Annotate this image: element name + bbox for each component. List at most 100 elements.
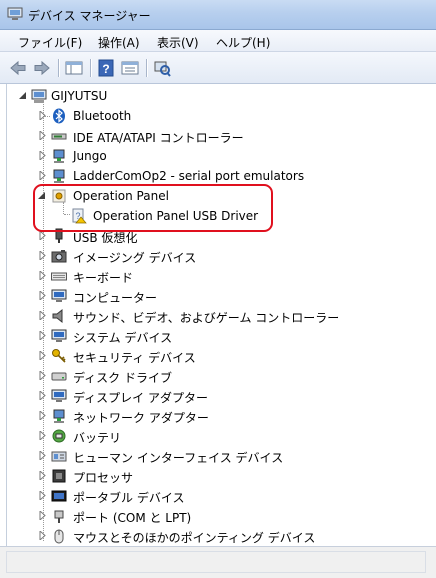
tree-item-portable-devices[interactable]: ポータブル デバイス [7,486,436,506]
menu-view[interactable]: 表示(V) [157,34,199,51]
tree-item-label: キーボード [73,271,134,285]
tree-item-keyboards[interactable]: キーボード [7,266,436,286]
tree-item-display-adapters[interactable]: ディスプレイ アダプター [7,386,436,406]
tree-item-label: ヒューマン インターフェイス デバイス [73,451,284,465]
tree-item-label: LadderComOp2 - serial port emulators [73,169,305,183]
expand-arrow-icon[interactable] [39,491,47,500]
battery-icon [52,429,66,443]
menu-bar: ファイル(F) 操作(A) 表示(V) ヘルプ(H) [0,30,436,52]
collapse-arrow-icon[interactable] [19,91,27,100]
toolbar-separator [146,59,148,77]
tree-item-disk-drives[interactable]: ディスク ドライブ [7,366,436,386]
tree-item-label: ネットワーク アダプター [73,411,209,425]
expand-arrow-icon[interactable] [39,291,47,300]
device-manager-icon [7,7,23,20]
keyboard-icon [51,272,67,281]
tree-item-label: ディスク ドライブ [73,371,172,385]
bluetooth-icon [53,108,65,124]
scan-hardware-icon[interactable] [152,58,172,78]
tree-item-bluetooth[interactable]: Bluetooth [7,106,436,126]
tree-item-label: ポータブル デバイス [73,491,185,505]
expand-arrow-icon[interactable] [39,351,47,360]
title-bar: デバイス マネージャー [0,0,436,30]
tree-item-laddercomop2[interactable]: LadderComOp2 - serial port emulators [7,166,436,186]
computer-icon [31,89,47,103]
tree-item-system-devices[interactable]: システム デバイス [7,326,436,346]
mouse-icon [54,529,64,544]
serial-port-icon [53,169,65,183]
show-hide-console-tree-icon[interactable] [64,58,84,78]
tree-item-label: プロセッサ [73,471,134,485]
window-title: デバイス マネージャー [28,9,151,23]
tree-item-label: ポート (COM と LPT) [73,511,192,525]
speaker-icon [52,308,63,324]
tree-item-label: IDE ATA/ATAPI コントローラー [73,131,244,145]
expand-arrow-icon[interactable] [39,271,47,280]
expand-arrow-icon[interactable] [39,531,47,540]
expand-arrow-icon[interactable] [39,431,47,440]
expand-arrow-icon[interactable] [39,251,47,260]
tree-root[interactable]: GIJYUTSU [7,86,436,106]
expand-arrow-icon[interactable] [39,371,47,380]
menu-help[interactable]: ヘルプ(H) [216,34,270,51]
tree-item-processors[interactable]: プロセッサ [7,466,436,486]
expand-arrow-icon[interactable] [39,131,47,140]
tree-item-mice-pointing-devices[interactable]: マウスとそのほかのポインティング デバイス [7,526,436,546]
toolbar-separator [90,59,92,77]
tree-item-network-adapters[interactable]: ネットワーク アダプター [7,406,436,426]
tree-item-human-interface-devices[interactable]: ヒューマン インターフェイス デバイス [7,446,436,466]
tree-item-label: セキュリティ デバイス [73,351,196,365]
device-tree: GIJYUTSU Bluetooth IDE ATA/ATAPI コントローラー… [6,84,436,546]
svg-text:?: ? [102,62,109,76]
tree-item-label: サウンド、ビデオ、およびゲーム コントローラー [73,311,340,325]
tree-item-label: マウスとそのほかのポインティング デバイス [73,531,316,545]
tree-item-label: イメージング デバイス [73,251,197,265]
status-pane [6,551,426,573]
display-adapter-icon [51,389,67,402]
forward-arrow-icon[interactable] [32,58,52,78]
hid-icon [51,451,67,462]
tree-item-ide-ata-atapi[interactable]: IDE ATA/ATAPI コントローラー [7,126,436,146]
tree-item-computer[interactable]: コンピューター [7,286,436,306]
port-icon [54,510,64,523]
tree-item-label: バッテリ [73,431,122,445]
expand-arrow-icon[interactable] [39,411,47,420]
tree-item-label: システム デバイス [73,331,173,345]
expand-arrow-icon[interactable] [39,311,47,320]
tree-item-batteries[interactable]: バッテリ [7,426,436,446]
highlight-annotation [33,184,273,232]
menu-file[interactable]: ファイル(F) [18,34,82,51]
tree-item-label: コンピューター [73,291,158,305]
camera-icon [51,250,67,263]
ide-controller-icon [51,133,67,140]
key-icon [52,349,66,363]
properties-window-icon[interactable] [120,58,140,78]
tree-item-jungo[interactable]: Jungo [7,146,436,166]
tree-item-sound-video-game-controllers[interactable]: サウンド、ビデオ、およびゲーム コントローラー [7,306,436,326]
system-device-icon [51,329,67,342]
expand-arrow-icon[interactable] [39,171,47,180]
expand-arrow-icon[interactable] [39,451,47,460]
root-label: GIJYUTSU [51,89,108,103]
status-bar [0,546,436,578]
portable-device-icon [51,490,67,502]
toolbar: ? [0,52,436,84]
tree-item-ports-com-lpt[interactable]: ポート (COM と LPT) [7,506,436,526]
back-arrow-icon[interactable] [8,58,28,78]
tree-item-imaging-devices[interactable]: イメージング デバイス [7,246,436,266]
disk-drive-icon [51,372,67,381]
toolbar-separator [58,59,60,77]
expand-arrow-icon[interactable] [39,391,47,400]
tree-item-security-devices[interactable]: セキュリティ デバイス [7,346,436,366]
expand-arrow-icon[interactable] [39,471,47,480]
expand-arrow-icon[interactable] [39,331,47,340]
processor-icon [52,469,66,483]
help-icon[interactable]: ? [96,58,116,78]
expand-arrow-icon[interactable] [39,151,47,160]
expand-arrow-icon[interactable] [39,231,47,240]
tree-item-label: Bluetooth [73,109,132,123]
computer-icon [51,289,67,302]
expand-arrow-icon[interactable] [39,511,47,520]
menu-action[interactable]: 操作(A) [98,34,140,51]
jungo-icon [53,149,65,163]
